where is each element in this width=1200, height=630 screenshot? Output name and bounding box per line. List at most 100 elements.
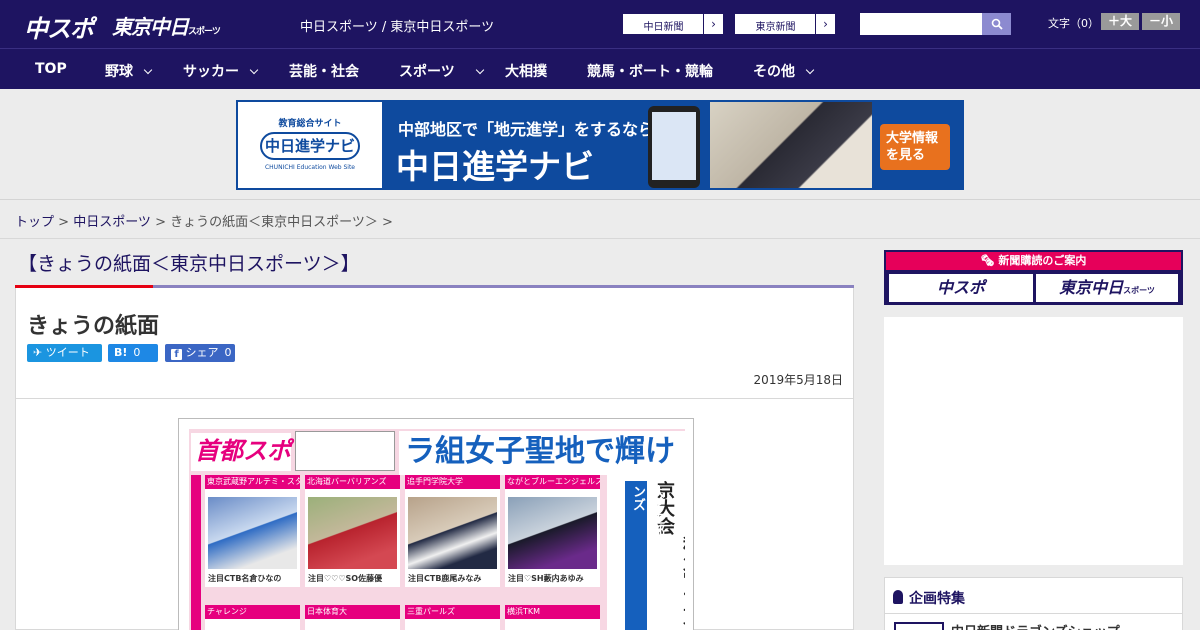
- newspaper-schedule-table: [295, 431, 395, 471]
- team-caption: 横浜TKM: [507, 607, 541, 616]
- nav-label: その他: [753, 64, 795, 80]
- tokyo-shimbun-link[interactable]: 東京新聞 ›: [734, 13, 836, 35]
- feature-thumbnail[interactable]: [894, 622, 944, 630]
- newspaper-team-block: 東京武蔵野アルテミ・スターズ 注目CTB名倉ひなの: [205, 475, 300, 587]
- nav-label: 競馬・ボート・競輪: [587, 64, 713, 80]
- divider: [16, 398, 853, 399]
- sidebar-ad-slot: [884, 317, 1183, 565]
- nav-label: TOP: [35, 61, 67, 77]
- nav-item-racing[interactable]: 競馬・ボート・競輪: [587, 61, 713, 81]
- player-name: 注目CTB鹿尾みなみ: [408, 574, 482, 583]
- page-heading: 【きょうの紙面＜東京中日スポーツ＞】: [18, 253, 360, 275]
- feature-heading-text: 企画特集: [909, 591, 965, 607]
- nav-item-soccer[interactable]: サッカー: [183, 61, 259, 81]
- feature-item-link[interactable]: 中日新聞ドラゴンズショップ: [951, 621, 1120, 630]
- breadcrumb-home-link[interactable]: トップ: [15, 215, 54, 230]
- chevron-down-icon: [249, 65, 259, 75]
- top-header: 中スポ 東京中日スポーツ 中日スポーツ / 東京中日スポーツ 中日新聞 › 東京…: [0, 0, 1200, 48]
- tokyo-chunichi-logo[interactable]: 東京中日スポーツ: [112, 11, 221, 40]
- banner-tagline: 中部地区で「地元進学」をするなら: [398, 120, 655, 139]
- team-caption: 北海道バーバリアンズ: [307, 477, 387, 486]
- chunichi-shimbun-link[interactable]: 中日新聞 ›: [622, 13, 724, 35]
- team-caption: 東京武蔵野アルテミ・スターズ: [207, 477, 300, 486]
- newspaper-logo: 首都スポ: [191, 433, 291, 471]
- subscription-box: 🗞 新聞購読のご案内 中スポ 東京中日スポーツ: [884, 250, 1183, 305]
- tokyo-logo-small: スポーツ: [188, 27, 221, 37]
- newspaper-team-block: 三重パールズ: [405, 605, 500, 630]
- nav-item-top[interactable]: TOP: [35, 61, 67, 77]
- player-photo: [408, 497, 497, 569]
- tokyo-logo-text: 東京中日: [112, 15, 189, 39]
- team-caption: 三重パールズ: [407, 607, 455, 616]
- font-size-increase-button[interactable]: ＋大: [1101, 13, 1139, 30]
- team-caption: チャレンジ: [207, 607, 247, 616]
- font-size-decrease-button[interactable]: －小: [1142, 13, 1180, 30]
- nav-item-other[interactable]: その他: [753, 61, 815, 81]
- medal-icon: [893, 590, 903, 604]
- newspaper-vertical-headline: きょう秩父宮で東京大会 大学生部ウィメンズセブンズ: [607, 475, 685, 630]
- breadcrumb-separator: >: [54, 215, 74, 230]
- site-name: 中日スポーツ / 東京中日スポーツ: [300, 20, 495, 35]
- tweet-label: ツイート: [45, 346, 90, 359]
- newspaper-headline: ラ組女子聖地で輝け: [399, 431, 685, 475]
- divider: [885, 613, 1182, 614]
- students-photo: [710, 102, 872, 188]
- breadcrumb: トップ > 中日スポーツ > きょうの紙面＜東京中日スポーツ＞ >: [15, 211, 393, 230]
- chevron-down-icon: [475, 65, 484, 75]
- team-caption: 追手門学院大学: [407, 477, 463, 486]
- newspaper-team-block: ながとブルーエンジェルス 注目♡SH藪内あゆみ: [505, 475, 600, 587]
- breadcrumb-current: きょうの紙面＜東京中日スポーツ＞: [170, 215, 378, 230]
- font-size-label: 文字（0）: [1048, 17, 1099, 30]
- twitter-bird-icon: ✈: [33, 346, 43, 359]
- player-photo: [308, 497, 397, 569]
- article-card: きょうの紙面 ✈ ツイート B! 0 f シェア 0 2019年5月18日 首都スポ…: [15, 288, 854, 630]
- player-name: 注目♡SH藪内あゆみ: [508, 574, 584, 583]
- newspaper-team-block: チャレンジ: [205, 605, 300, 630]
- newspaper-page-image[interactable]: 首都スポ ラ組女子聖地で輝け 東京武蔵野アルテミ・スターズ 注目CTB名倉ひなの…: [178, 418, 694, 630]
- team-caption: 日本体育大: [307, 607, 347, 616]
- ad-banner[interactable]: 教育総合サイト 中日進学ナビ CHUNICHI Education Web Si…: [236, 100, 964, 190]
- search-input[interactable]: [860, 13, 982, 35]
- breadcrumb-separator: >: [150, 215, 171, 230]
- search-icon: [991, 18, 1003, 30]
- subscription-heading-text: 新聞購読のご案内: [998, 254, 1087, 267]
- nav-item-entertainment[interactable]: 芸能・社会: [289, 61, 359, 81]
- nav-label: 大相撲: [505, 64, 547, 80]
- hatena-bookmark-button[interactable]: B! 0: [108, 344, 158, 362]
- newspaper-page: 首都スポ ラ組女子聖地で輝け 東京武蔵野アルテミ・スターズ 注目CTB名倉ひなの…: [189, 429, 685, 630]
- nav-item-sports[interactable]: スポーツ: [399, 61, 484, 81]
- player-name: 注目♡♡♡SO佐藤優: [308, 574, 383, 583]
- tweet-button[interactable]: ✈ ツイート: [27, 344, 102, 362]
- chunichi-shimbun-label: 中日新聞: [643, 22, 684, 33]
- vertical-sub-text: 大学生部ウィメンズセブンズ: [630, 485, 664, 628]
- breadcrumb-separator: >: [377, 215, 393, 230]
- nav-item-sumo[interactable]: 大相撲: [505, 61, 547, 81]
- chuspo-logo[interactable]: 中スポ: [24, 9, 94, 44]
- subscribe-chuspo-button[interactable]: 中スポ: [889, 274, 1033, 302]
- facebook-share-button[interactable]: f シェア 0: [165, 344, 235, 362]
- vertical-sub-strip: 大学生部ウィメンズセブンズ: [625, 481, 664, 630]
- banner-logo-main: 中日進学ナビ: [260, 132, 360, 160]
- chevron-down-icon: [805, 65, 815, 75]
- banner-title: 中日進学ナビ: [396, 147, 594, 186]
- facebook-count: 0: [224, 346, 232, 359]
- newspaper-icon: 🗞: [980, 254, 999, 267]
- subscribe-tokyo-label: 東京中日: [1059, 278, 1124, 297]
- banner-logo-top: 教育総合サイト: [278, 119, 342, 129]
- banner-cta: 大学情報を見る: [880, 124, 950, 170]
- nav-label: サッカー: [183, 64, 239, 80]
- tokyo-shimbun-label: 東京新聞: [755, 22, 796, 33]
- article-date: 2019年5月18日: [753, 373, 843, 387]
- article-title: きょうの紙面: [27, 314, 160, 339]
- facebook-share-label: シェア: [185, 346, 219, 359]
- breadcrumb-section-link[interactable]: 中日スポーツ: [73, 215, 151, 230]
- player-name: 注目CTB名倉ひなの: [208, 574, 282, 583]
- hatena-count: 0: [133, 346, 141, 359]
- subscription-heading: 🗞 新聞購読のご案内: [886, 252, 1181, 270]
- search-button[interactable]: [982, 13, 1011, 35]
- feature-heading: 企画特集: [893, 588, 965, 608]
- subscribe-tokyo-button[interactable]: 東京中日スポーツ: [1036, 274, 1178, 302]
- main-nav: TOP 野球 サッカー 芸能・社会 スポーツ 大相撲 競馬・ボート・競輪 その他: [0, 48, 1200, 89]
- nav-label: 芸能・社会: [289, 64, 359, 80]
- nav-item-baseball[interactable]: 野球: [105, 61, 153, 81]
